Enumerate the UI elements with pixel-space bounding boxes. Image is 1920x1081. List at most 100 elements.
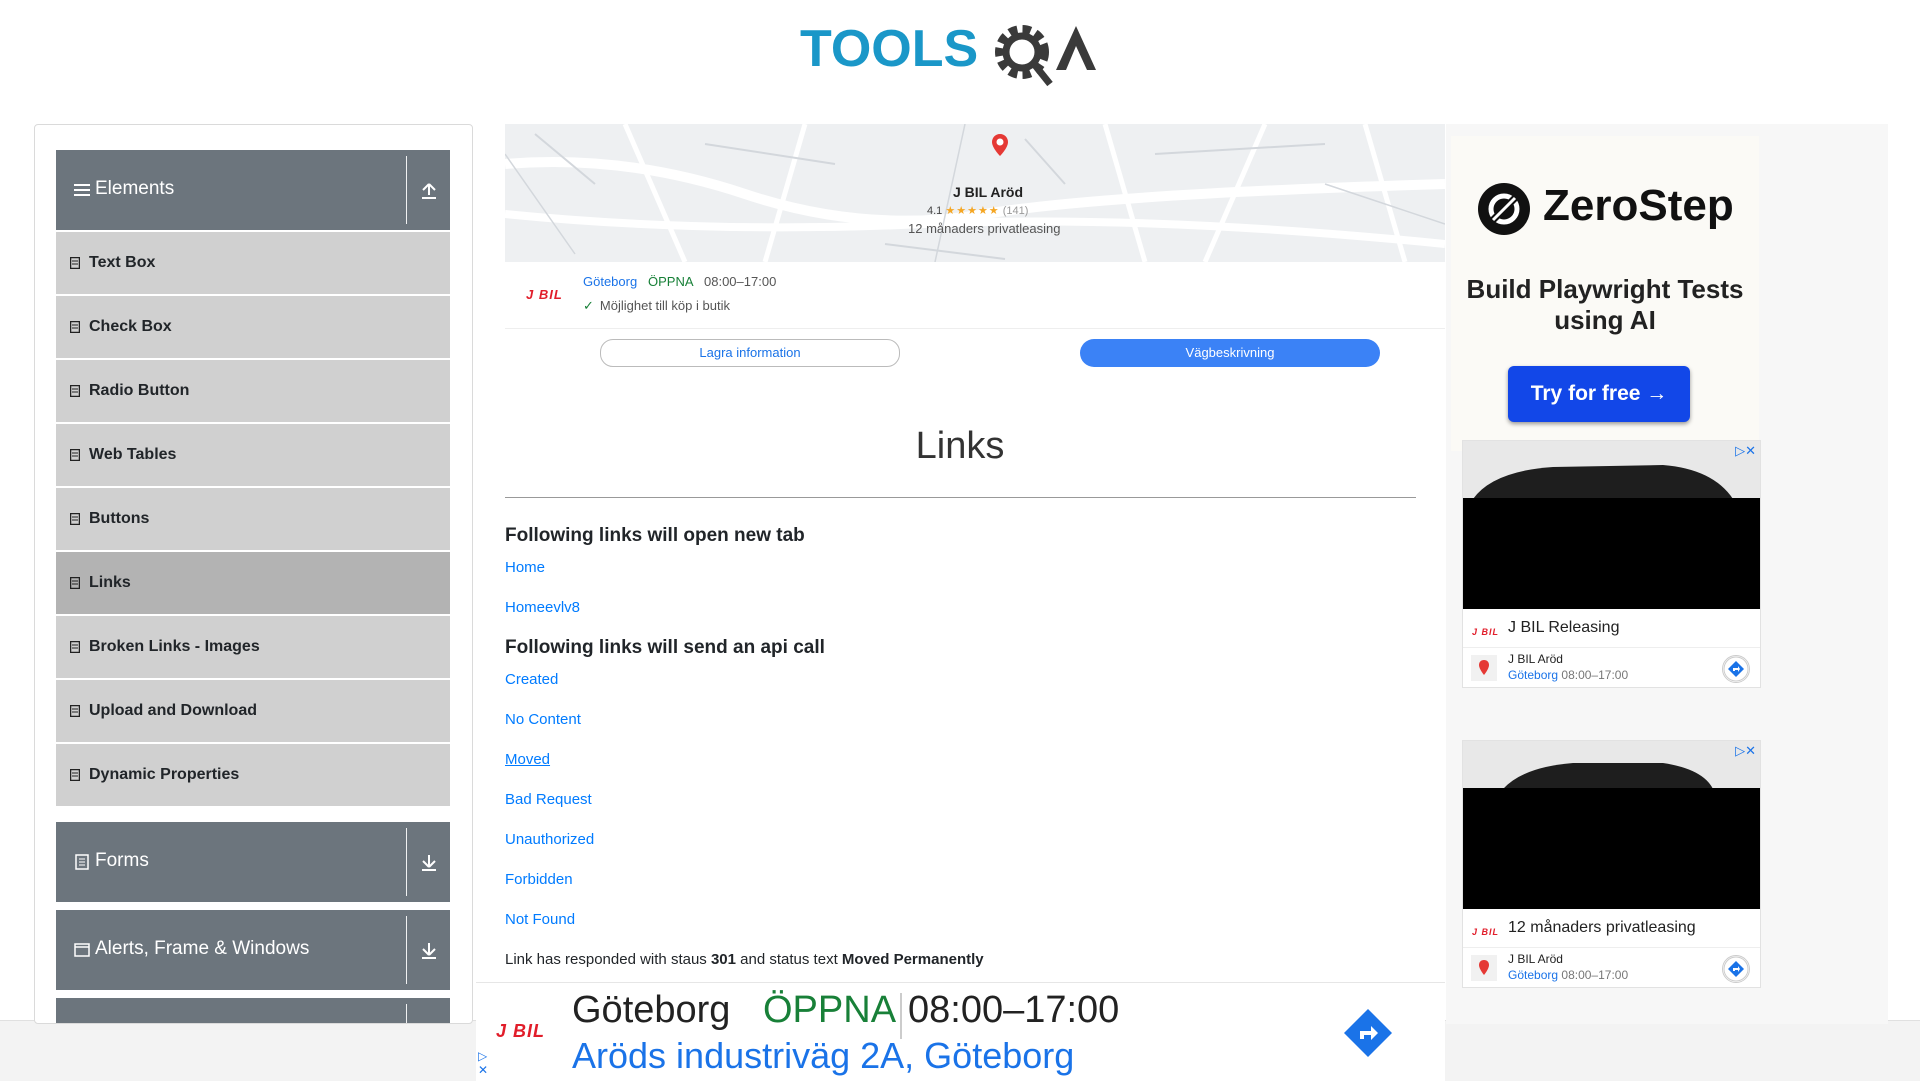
menu-item-check-box[interactable]: Check Box	[56, 296, 450, 360]
link-response-text: Link has responded with staus 301 and st…	[505, 951, 984, 968]
divider	[505, 328, 1445, 329]
list-icon	[70, 513, 80, 525]
link-home-dynamic[interactable]: Homeevlv8	[505, 599, 580, 616]
expand-down-icon[interactable]	[420, 939, 438, 961]
menu-item-label: Radio Button	[89, 382, 190, 399]
divider	[1463, 947, 1760, 948]
bottom-banner-ad[interactable]: J BIL Göteborg ÖPPNA 08:00–17:00 Aröds i…	[476, 982, 1445, 1081]
directions-button[interactable]: Vägbeskrivning	[1080, 339, 1380, 367]
menu-item-upload-download[interactable]: Upload and Download	[56, 680, 450, 744]
menu-item-label: Buttons	[89, 510, 150, 527]
group-forms[interactable]: Forms	[56, 822, 450, 902]
ad-card[interactable]: ▷✕ J BIL 12 månaders privatleasing J BIL…	[1462, 740, 1761, 988]
directions-icon[interactable]	[1722, 955, 1750, 983]
jbil-logo: J BIL	[496, 1021, 546, 1041]
menu-icon	[74, 184, 90, 196]
jbil-logo: J BIL	[1472, 627, 1500, 637]
directions-icon[interactable]	[1722, 655, 1750, 683]
save-info-button[interactable]: Lagra information	[600, 339, 900, 367]
list-icon	[70, 705, 80, 717]
link-not-found[interactable]: Not Found	[505, 911, 575, 928]
link-home[interactable]: Home	[505, 559, 545, 576]
car-image	[1463, 741, 1760, 789]
directions-icon[interactable]	[1342, 1007, 1394, 1059]
menu-item-broken-links[interactable]: Broken Links - Images	[56, 616, 450, 680]
ad-card-place: J BIL Aröd	[1508, 652, 1563, 666]
title-divider	[505, 497, 1416, 498]
group-next-partial[interactable]	[56, 998, 450, 1023]
divider	[1463, 647, 1760, 648]
pin-title: J BIL Aröd	[953, 184, 1024, 200]
ad-card-location: Göteborg 08:00–17:00	[1508, 968, 1629, 982]
jbil-logo: J BIL	[526, 287, 563, 302]
menu-item-radio-button[interactable]: Radio Button	[56, 360, 450, 424]
ad-image-area	[1463, 498, 1760, 609]
divider	[406, 1004, 407, 1023]
info-city: Göteborg	[583, 274, 638, 289]
link-bad-request[interactable]: Bad Request	[505, 791, 592, 808]
map-thumbnail-icon	[1471, 955, 1497, 981]
link-unauthorized[interactable]: Unauthorized	[505, 831, 594, 848]
list-icon	[70, 577, 80, 589]
menu-item-dynamic-properties[interactable]: Dynamic Properties	[56, 744, 450, 808]
banner-address: Aröds industriväg 2A, Göteborg	[572, 1035, 1075, 1076]
list-icon	[70, 257, 80, 269]
menu-item-web-tables[interactable]: Web Tables	[56, 424, 450, 488]
expand-down-icon[interactable]	[420, 851, 438, 873]
svg-text:TOOLS: TOOLS	[800, 20, 978, 78]
menu-item-buttons[interactable]: Buttons	[56, 488, 450, 552]
menu-item-links[interactable]: Links	[56, 552, 450, 616]
divider	[406, 156, 407, 224]
zerostep-tagline: Build Playwright Tests using AI	[1466, 274, 1744, 335]
zerostep-logo-icon	[1478, 183, 1530, 235]
map-advertisement[interactable]: J BIL Aröd 4.1 ★★★★★ (141) 12 månaders p…	[505, 124, 1445, 372]
adchoices-icon[interactable]: ▷✕	[1735, 443, 1756, 459]
response-code: 301	[710, 951, 736, 968]
link-moved[interactable]: Moved	[505, 751, 550, 768]
ad-card[interactable]: ▷✕ J BIL J BIL Releasing J BIL Aröd Göte…	[1462, 440, 1761, 688]
info-feature: ✓ Möjlighet till köp i butik	[583, 298, 730, 313]
menu-item-text-box[interactable]: Text Box	[56, 232, 450, 296]
list-icon	[70, 449, 80, 461]
ad-card-location: Göteborg 08:00–17:00	[1508, 668, 1629, 682]
banner-city: Göteborg	[572, 989, 731, 1031]
response-status-text: Moved Permanently	[841, 951, 984, 968]
group-alerts-frame-windows[interactable]: Alerts, Frame & Windows	[56, 910, 450, 990]
menu-item-label: Check Box	[89, 318, 172, 335]
list-icon	[70, 385, 80, 397]
toolsqa-logo[interactable]: TOOLS	[800, 14, 1122, 90]
sidebar: Elements Text Box Check Box Radio Button…	[34, 124, 473, 1024]
zerostep-ad[interactable]: ZeroStep Build Playwright Tests using AI…	[1451, 136, 1759, 451]
group-label: Alerts, Frame & Windows	[95, 938, 310, 959]
link-no-content[interactable]: No Content	[505, 711, 581, 728]
pin-subtitle: 12 månaders privatleasing	[908, 221, 1061, 236]
right-advertisement-column: ZeroStep Build Playwright Tests using AI…	[1446, 124, 1888, 1024]
divider	[406, 916, 407, 984]
collapse-up-icon[interactable]	[420, 179, 438, 201]
info-open-status: ÖPPNA	[648, 274, 694, 289]
menu-item-label: Web Tables	[89, 446, 177, 463]
ad-card-title: J BIL Releasing	[1508, 619, 1620, 636]
list-icon	[70, 641, 80, 653]
section-heading-api-call: Following links will send an api call	[505, 637, 825, 658]
banner-open-status: ÖPPNA	[763, 989, 897, 1031]
map-thumbnail-icon	[1471, 655, 1497, 681]
link-created[interactable]: Created	[505, 671, 558, 688]
menu-item-label: Links	[89, 574, 131, 591]
group-label: Forms	[95, 850, 149, 871]
group-label: Elements	[95, 178, 175, 199]
ad-card-title: 12 månaders privatleasing	[1508, 919, 1696, 936]
check-icon: ✓	[583, 298, 594, 313]
adchoices-icon[interactable]: ▷✕	[478, 1049, 488, 1077]
list-icon	[70, 769, 80, 781]
try-for-free-button[interactable]: Try for free →	[1508, 366, 1690, 422]
divider	[900, 993, 902, 1039]
link-forbidden[interactable]: Forbidden	[505, 871, 573, 888]
group-elements[interactable]: Elements	[56, 150, 450, 230]
divider	[406, 828, 407, 896]
ad-card-place: J BIL Aröd	[1508, 952, 1563, 966]
car-image	[1463, 441, 1760, 499]
star-rating-icon: ★★★★★	[945, 205, 1000, 217]
jbil-logo: J BIL	[1472, 927, 1500, 937]
adchoices-icon[interactable]: ▷✕	[1735, 743, 1756, 759]
